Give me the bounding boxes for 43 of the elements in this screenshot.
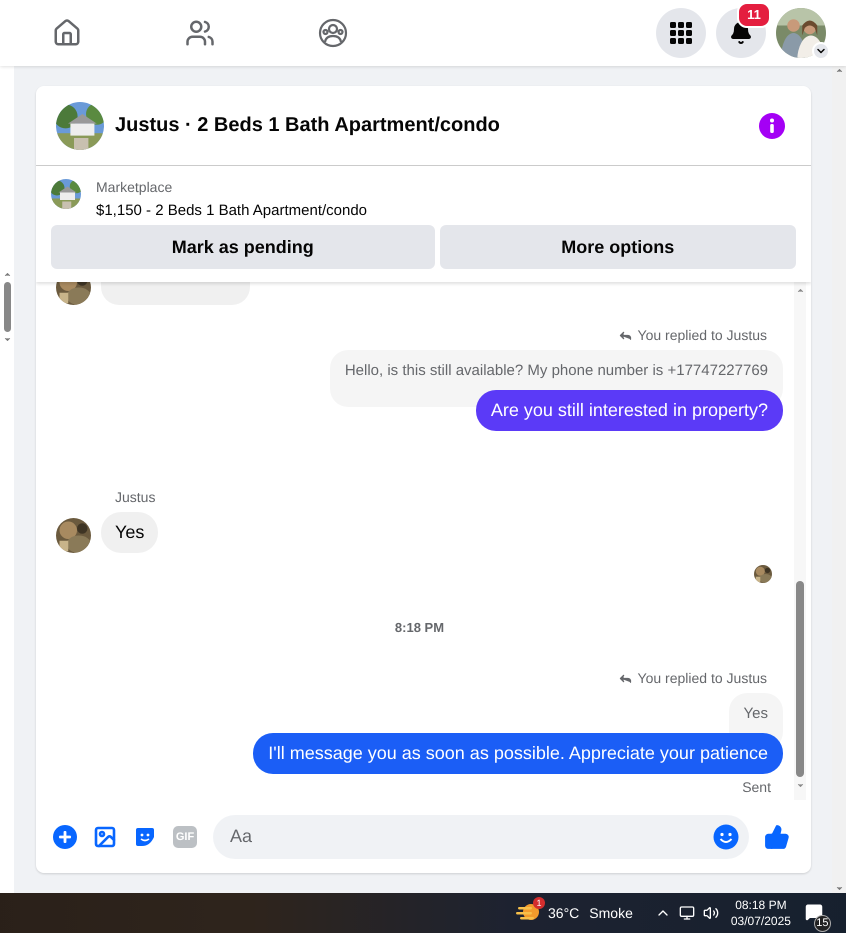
reply-note: You replied to Justus (638, 327, 767, 343)
network-icon[interactable] (678, 905, 695, 921)
info-icon[interactable] (759, 112, 785, 138)
incoming-message: Yes (101, 512, 158, 553)
temperature: 36°C (548, 905, 580, 921)
outgoing-message: I'll message you as soon as possible. Appreciate your patience (253, 733, 783, 774)
account-chevron[interactable] (812, 42, 830, 60)
scroll-down-icon[interactable] (2, 335, 12, 344)
image-icon (93, 824, 117, 848)
home-icon (52, 18, 82, 48)
message-field[interactable]: Aa (228, 825, 713, 848)
weather-badge: 1 (533, 896, 545, 908)
sender-name: Justus (115, 489, 156, 505)
plus-icon (52, 824, 78, 850)
volume-icon[interactable] (702, 905, 719, 921)
reply-note: You replied to Justus (638, 670, 767, 686)
notification-count: 11 (737, 2, 771, 28)
notification-count: 15 (814, 914, 831, 932)
scroll-down-icon[interactable] (796, 781, 804, 790)
scroll-up-icon[interactable] (2, 270, 12, 279)
scroll-up-icon[interactable] (834, 66, 844, 75)
listing-source: Marketplace (96, 179, 174, 195)
emoji-icon[interactable] (713, 824, 739, 850)
groups-icon (318, 18, 348, 48)
menu-icon (670, 22, 692, 44)
weather-condition: Smoke (589, 905, 633, 921)
conversation-title: Justus · 2 Beds 1 Bath Apartment/condo (115, 114, 501, 137)
outgoing-message: Are you still interested in property? (476, 390, 783, 431)
scroll-up-icon[interactable] (796, 286, 804, 295)
scrollbar-thumb[interactable] (796, 581, 804, 777)
listing-summary: $1,150 - 2 Beds 1 Bath Apartment/condo (96, 202, 368, 219)
message-bar[interactable]: Aa (213, 814, 749, 858)
clock-date: 03/07/2025 (730, 913, 791, 929)
clock-time: 08:18 PM (735, 897, 787, 913)
timestamp: 8:18 PM (394, 620, 444, 635)
scroll-down-icon[interactable] (834, 884, 844, 893)
people-icon (184, 18, 214, 48)
menu-button[interactable] (656, 8, 706, 58)
thumbs-up-icon (764, 824, 790, 850)
scrollbar-thumb[interactable] (4, 282, 10, 332)
mark-pending-button[interactable]: Mark as pending (51, 225, 435, 269)
more-options-button[interactable]: More options (440, 225, 796, 269)
delivery-status: Sent (742, 779, 771, 795)
